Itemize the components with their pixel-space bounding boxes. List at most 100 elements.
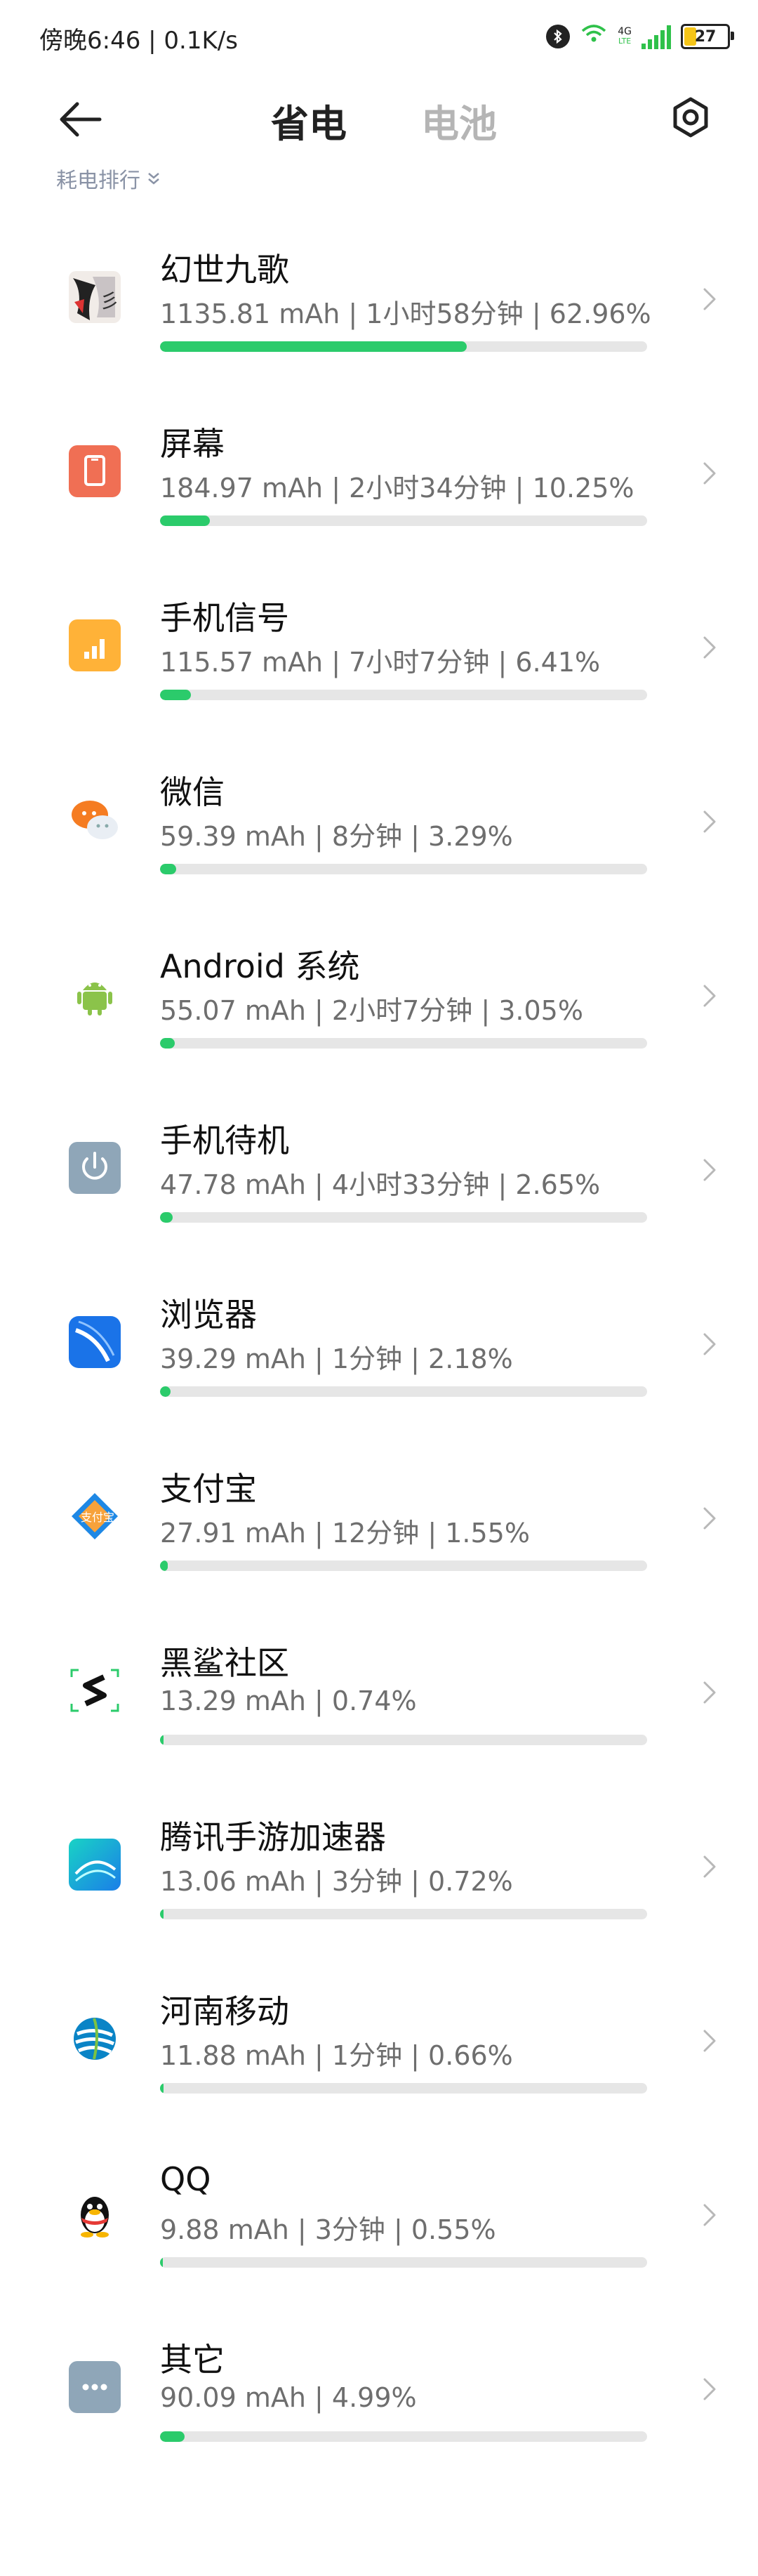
list-item[interactable]: 手机待机 47.78 mAh | 4小时33分钟 | 2.65% [0, 1103, 758, 1277]
list-item[interactable]: 屏幕 184.97 mAh | 2小时34分钟 | 10.25% [0, 406, 758, 580]
item-detail: 27.91 mAh | 12分钟 | 1.55% [160, 1518, 530, 1549]
usage-bar-track [160, 2257, 647, 2268]
network-type-label: 4G [618, 26, 632, 37]
back-button[interactable] [56, 98, 105, 140]
network-lte-label: LTE [618, 37, 632, 46]
item-detail: 115.57 mAh | 7小时7分钟 | 6.41% [160, 647, 601, 678]
usage-bar-fill [160, 515, 211, 526]
usage-bar-fill [160, 1909, 164, 1919]
item-detail: 1135.81 mAh | 1小时58分钟 | 62.96% [160, 298, 651, 329]
wifi-icon [580, 22, 608, 51]
usage-bar-track [160, 2083, 647, 2094]
screen-icon [69, 445, 121, 497]
usage-bar-fill [160, 690, 192, 700]
chevron-right-icon [703, 810, 716, 833]
list-item[interactable]: QQ 9.88 mAh | 3分钟 | 0.55% [0, 2148, 758, 2322]
item-name: 微信 [160, 773, 225, 811]
chevron-right-icon [703, 1507, 716, 1530]
battery-level: 27 [694, 27, 717, 46]
sort-label: 耗电排行 [56, 169, 140, 193]
tab-power-saving[interactable]: 省电 [271, 93, 347, 148]
status-icons: 4G LTE 27 [546, 17, 734, 56]
usage-bar-fill [160, 2257, 163, 2268]
qq-icon [69, 2187, 121, 2239]
settings-gear-icon [673, 97, 708, 138]
tab-battery[interactable]: 电池 [421, 93, 497, 148]
chevron-right-icon [703, 2204, 716, 2226]
chevron-right-icon [703, 636, 716, 659]
chevron-right-icon [703, 2378, 716, 2400]
sort-chevron-icon [148, 173, 159, 185]
item-detail: 13.29 mAh | 0.74% [160, 1685, 417, 1716]
list-item[interactable]: 浏览器 39.29 mAh | 1分钟 | 2.18% [0, 1277, 758, 1451]
list-item[interactable]: Android 系统 55.07 mAh | 2小时7分钟 | 3.05% [0, 928, 758, 1103]
item-name: 浏览器 [160, 1296, 257, 1334]
item-detail: 39.29 mAh | 1分钟 | 2.18% [160, 1343, 513, 1374]
back-arrow-icon [60, 102, 102, 137]
list-item[interactable]: 其它 90.09 mAh | 4.99% [0, 2322, 758, 2496]
item-name: 其它 [160, 2341, 225, 2379]
chevron-right-icon [703, 1333, 716, 1355]
usage-bar-track [160, 1909, 647, 1919]
usage-bar-fill [160, 1038, 175, 1049]
item-name: 河南移动 [160, 1992, 289, 2030]
usage-bar-track [160, 341, 647, 352]
item-name: 屏幕 [160, 425, 225, 463]
network-indicator: 4G LTE [618, 27, 632, 46]
chevron-right-icon [703, 1855, 716, 1878]
signal-icon [69, 619, 121, 671]
bluetooth-icon [546, 25, 571, 48]
usage-bar-track [160, 2431, 647, 2442]
header: 省电 电池 [0, 77, 758, 155]
list-item[interactable]: 腾讯手游加速器 13.06 mAh | 3分钟 | 0.72% [0, 1799, 758, 1973]
list-item[interactable]: 手机信号 115.57 mAh | 7小时7分钟 | 6.41% [0, 580, 758, 754]
power-icon [69, 1142, 121, 1194]
item-name: Android 系统 [160, 947, 360, 985]
sort-selector[interactable]: 耗电排行 [56, 163, 161, 194]
item-detail: 9.88 mAh | 3分钟 | 0.55% [160, 2214, 496, 2245]
item-detail: 47.78 mAh | 4小时33分钟 | 2.65% [160, 1169, 601, 1200]
cell-signal-icon [641, 24, 671, 49]
list-item[interactable]: 河南移动 11.88 mAh | 1分钟 | 0.66% [0, 1973, 758, 2148]
item-detail: 59.39 mAh | 8分钟 | 3.29% [160, 821, 513, 852]
item-name: 黑鲨社区 [160, 1644, 289, 1682]
usage-bar-fill [160, 864, 176, 874]
accelerator-icon [69, 1839, 121, 1891]
blackshark-icon [69, 1664, 121, 1716]
list-item[interactable]: 微信 59.39 mAh | 8分钟 | 3.29% [0, 754, 758, 928]
usage-bar-track [160, 1560, 647, 1571]
chevron-right-icon [703, 1159, 716, 1181]
chevron-right-icon [703, 985, 716, 1007]
usage-bar-fill [160, 1735, 164, 1745]
chevron-right-icon [703, 462, 716, 485]
item-detail: 55.07 mAh | 2小时7分钟 | 3.05% [160, 995, 583, 1026]
usage-bar-fill [160, 2431, 185, 2442]
item-name: QQ [160, 2160, 211, 2198]
other-icon [69, 2361, 121, 2413]
usage-bar-fill [160, 1386, 171, 1397]
list-item[interactable]: 彡 幻世九歌 1135.81 mAh | 1小时58分钟 | 62.96% [0, 232, 758, 406]
usage-bar-track [160, 1386, 647, 1397]
usage-bar-track [160, 690, 647, 700]
usage-bar-fill [160, 341, 467, 352]
list-item[interactable]: 黑鲨社区 13.29 mAh | 0.74% [0, 1625, 758, 1799]
svg-text:彡: 彡 [100, 289, 119, 313]
list-item[interactable]: 支付宝 支付宝 27.91 mAh | 12分钟 | 1.55% [0, 1451, 758, 1625]
item-name: 手机信号 [160, 599, 289, 637]
status-time-speed: 傍晚6:46 | 0.1K/s [39, 27, 238, 55]
item-name: 幻世九歌 [160, 251, 289, 289]
china-mobile-icon [69, 2013, 121, 2065]
item-name: 支付宝 [160, 1470, 257, 1508]
wechat-icon [69, 794, 121, 846]
usage-bar-fill [160, 1560, 168, 1571]
usage-bar-track [160, 1038, 647, 1049]
android-icon [69, 968, 121, 1020]
item-detail: 90.09 mAh | 4.99% [160, 2382, 417, 2413]
usage-bar-track [160, 1212, 647, 1223]
item-detail: 13.06 mAh | 3分钟 | 0.72% [160, 1866, 513, 1897]
power-usage-list: 彡 幻世九歌 1135.81 mAh | 1小时58分钟 | 62.96% 屏幕 184… [0, 232, 758, 2496]
settings-button[interactable] [668, 95, 713, 140]
usage-bar-fill [160, 1212, 173, 1223]
chevron-right-icon [703, 2030, 716, 2052]
alipay-icon: 支付宝 [69, 1490, 121, 1542]
